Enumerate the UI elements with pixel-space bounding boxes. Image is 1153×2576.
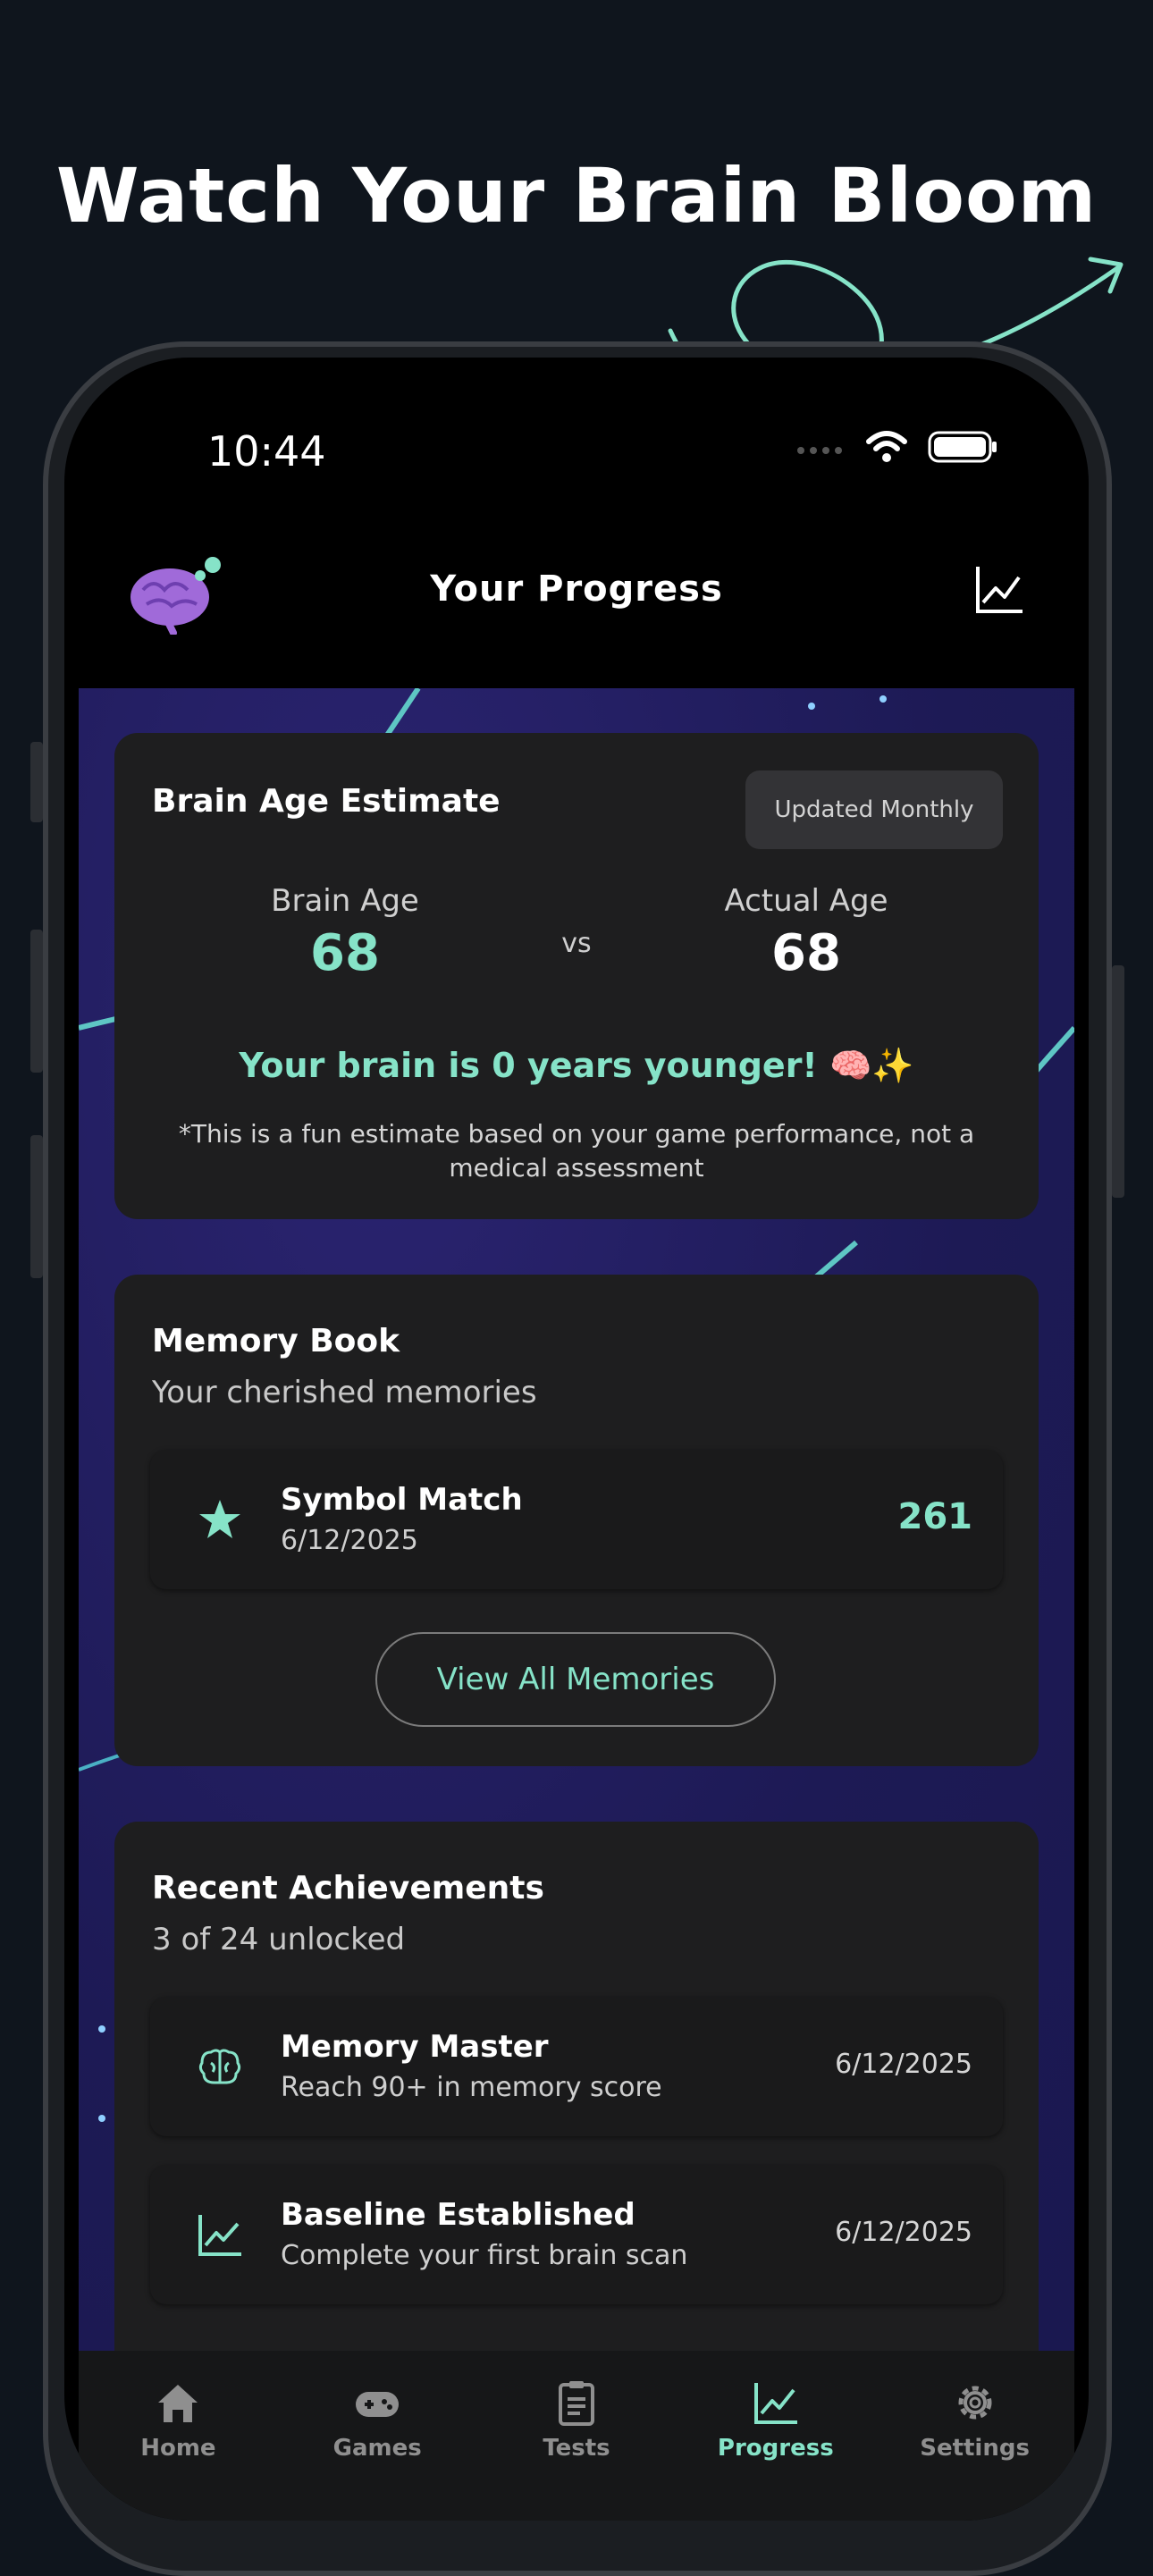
tab-bar: Home Games Tests Progress Settings [79, 2351, 1074, 2521]
tab-settings[interactable]: Settings [875, 2351, 1074, 2521]
tab-home[interactable]: Home [79, 2351, 278, 2521]
signal-icon [797, 447, 842, 454]
achievement-date: 6/12/2025 [835, 2049, 972, 2080]
status-icons [795, 429, 999, 465]
chart-icon[interactable] [972, 563, 1026, 617]
tab-progress[interactable]: Progress [676, 2351, 875, 2521]
phone-side-button [1112, 965, 1124, 1198]
memory-item[interactable]: Symbol Match 6/12/2025 261 [150, 1450, 1003, 1589]
memory-item-title: Symbol Match [281, 1482, 523, 1518]
memory-book-title: Memory Book [152, 1323, 400, 1360]
brain-age-col: Brain Age 68 [211, 883, 479, 982]
tab-label: Games [332, 2435, 422, 2462]
page-title: Your Progress [430, 568, 723, 610]
tab-games[interactable]: Games [278, 2351, 477, 2521]
gear-icon [958, 2386, 992, 2420]
actual-age-col: Actual Age 68 [672, 883, 940, 982]
phone-side-button [30, 1135, 43, 1278]
scroll-content[interactable]: Brain Age Estimate Updated Monthly Brain… [79, 688, 1074, 2351]
battery-icon [928, 431, 997, 463]
brain-age-title: Brain Age Estimate [152, 783, 501, 820]
star-icon [199, 1500, 240, 1538]
phone-screen: 10:44 Your Progress Brain Age Estimate U… [64, 358, 1089, 2521]
status-time: 10:44 [207, 427, 326, 476]
brain-age-disclaimer: *This is a fun estimate based on your ga… [178, 1119, 975, 1183]
vs-label: vs [561, 928, 592, 959]
home-icon [158, 2385, 198, 2422]
phone-side-button [30, 742, 43, 822]
memory-item-score: 261 [897, 1496, 973, 1537]
clipboard-icon [558, 2381, 594, 2426]
brain-age-label: Brain Age [271, 883, 419, 919]
chart-icon [198, 2215, 241, 2256]
achievement-subtitle: Complete your first brain scan [281, 2240, 688, 2271]
memory-item-date: 6/12/2025 [281, 1525, 418, 1556]
achievements-subtitle: 3 of 24 unlocked [152, 1922, 406, 1957]
actual-age-label: Actual Age [724, 883, 888, 919]
wifi-icon [866, 431, 907, 462]
brain-age-card: Brain Age Estimate Updated Monthly Brain… [114, 733, 1039, 1219]
phone-side-button [30, 930, 43, 1073]
achievement-item[interactable]: Memory Master Reach 90+ in memory score … [150, 1997, 1003, 2136]
view-all-memories-button[interactable]: View All Memories [375, 1632, 776, 1727]
achievement-subtitle: Reach 90+ in memory score [281, 2072, 662, 2103]
tab-label: Progress [717, 2435, 834, 2462]
tab-label: Settings [920, 2435, 1030, 2462]
updated-badge: Updated Monthly [745, 770, 1003, 849]
brain-age-value: 68 [310, 924, 380, 982]
achievements-card: Recent Achievements 3 of 24 unlocked Mem… [114, 1822, 1039, 2351]
actual-age-value: 68 [771, 924, 841, 982]
tab-label: Home [140, 2435, 216, 2462]
tab-label: Tests [543, 2435, 610, 2462]
memory-book-card: Memory Book Your cherished memories Symb… [114, 1275, 1039, 1766]
achievement-title: Baseline Established [281, 2197, 635, 2233]
achievement-date: 6/12/2025 [835, 2217, 972, 2248]
app-header: Your Progress [64, 527, 1089, 670]
brain-icon [198, 2049, 241, 2084]
tab-tests[interactable]: Tests [477, 2351, 677, 2521]
achievements-title: Recent Achievements [152, 1870, 544, 1907]
chart-icon [753, 2383, 797, 2424]
achievement-item[interactable]: Baseline Established Complete your first… [150, 2165, 1003, 2304]
brain-age-summary: Your brain is 0 years younger! 🧠✨ [239, 1046, 914, 1085]
headline: Watch Your Brain Bloom [55, 152, 1098, 240]
achievement-title: Memory Master [281, 2029, 549, 2065]
memory-book-subtitle: Your cherished memories [152, 1375, 537, 1410]
gamepad-icon [356, 2392, 400, 2417]
